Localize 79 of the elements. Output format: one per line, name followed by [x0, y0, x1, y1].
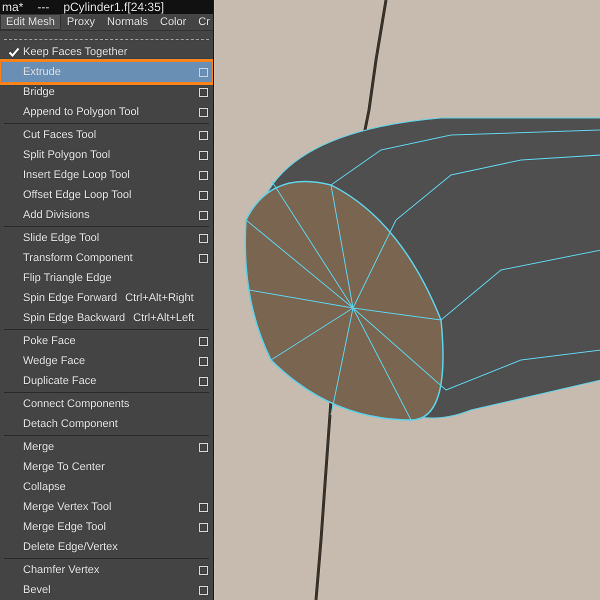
menu-item-label: Add Divisions	[23, 209, 91, 221]
menu-item-label: Wedge Face	[23, 355, 86, 367]
menu-item[interactable]: Chamfer Vertex	[1, 560, 212, 580]
menu-item-label: Delete Edge/Vertex	[23, 541, 119, 553]
menu-tab[interactable]: Color	[154, 14, 192, 30]
shortcut-text: Ctrl+Alt+Left	[133, 312, 196, 324]
menu-item-label: Bevel	[23, 584, 52, 596]
menu-item-label: Extrude	[23, 66, 62, 78]
menu-item[interactable]: Merge	[1, 437, 212, 457]
menu-tab[interactable]: Proxy	[60, 14, 102, 30]
menu-item-label: Chamfer Vertex	[23, 564, 100, 576]
option-box-icon[interactable]	[199, 254, 208, 262]
menu-item-label: Spin Edge Backward	[23, 312, 126, 324]
menu-tab[interactable]: Normals	[101, 14, 154, 30]
menu-item-label: Merge	[23, 441, 56, 453]
menu-item-label: Poke Face	[23, 335, 77, 347]
option-box-icon[interactable]	[199, 234, 208, 242]
menu-item[interactable]: Offset Edge Loop Tool	[1, 185, 212, 205]
menu-item[interactable]: Keep Faces Together	[1, 42, 212, 62]
menu-item[interactable]: Flip Triangle Edge	[1, 268, 212, 288]
menu-item[interactable]: Merge Edge Tool	[1, 517, 212, 537]
option-box-icon[interactable]	[199, 522, 208, 532]
option-box-icon[interactable]	[199, 210, 208, 220]
menu-item[interactable]: Slide Edge Tool	[1, 228, 212, 248]
menu-item[interactable]: Poke Face	[1, 331, 212, 351]
menu-tab[interactable]: Cr	[192, 14, 213, 30]
selection-name: pCylinder1.f[24:35]	[63, 0, 164, 14]
option-box-icon[interactable]	[199, 88, 208, 96]
option-box-icon[interactable]	[199, 586, 208, 594]
menu-item[interactable]: Detach Component	[1, 414, 212, 434]
menu-item-label: Slide Edge Tool	[23, 232, 100, 244]
menu-item[interactable]: Bevel	[1, 580, 212, 600]
option-box-icon[interactable]	[199, 376, 208, 386]
menu-item-label: Connect Components	[23, 398, 130, 410]
menu-item[interactable]: Spin Edge Forward Ctrl+Alt+Right	[1, 288, 212, 308]
menu-item-label: Merge Vertex Tool	[23, 501, 112, 513]
menu-item-label: Split Polygon Tool	[23, 149, 112, 161]
menu-item[interactable]: Add Divisions	[1, 205, 212, 225]
option-box-icon[interactable]	[199, 442, 208, 452]
menu-item[interactable]: Transform Component	[1, 248, 212, 268]
option-box-icon[interactable]	[199, 190, 208, 200]
menu-item-label: Detach Component	[23, 418, 119, 430]
menu-item-label: Spin Edge Forward	[23, 292, 118, 304]
menu-item[interactable]: Connect Components	[1, 394, 212, 414]
option-box-icon[interactable]	[199, 130, 208, 140]
menu-item-label: Cut Faces Tool	[23, 129, 98, 141]
option-box-icon[interactable]	[199, 150, 208, 160]
menu-item[interactable]: Cut Faces Tool	[1, 125, 212, 145]
menu-item[interactable]: Insert Edge Loop Tool	[1, 165, 212, 185]
menu-item[interactable]: Collapse	[1, 477, 212, 497]
menu-item-label: Append to Polygon Tool	[23, 106, 140, 118]
menu-item[interactable]: Bridge	[1, 82, 212, 102]
menu-item[interactable]: Split Polygon Tool	[1, 145, 212, 165]
menu-item[interactable]: Spin Edge Backward Ctrl+Alt+Left	[1, 308, 212, 328]
menu-item-label: Insert Edge Loop Tool	[23, 169, 131, 181]
menu-item[interactable]: Append to Polygon Tool	[1, 102, 212, 122]
scene-name: ma*	[2, 0, 24, 14]
menu-item-label: Collapse	[23, 481, 67, 493]
shortcut-text: Ctrl+Alt+Right	[125, 292, 195, 304]
menu-item[interactable]: Duplicate Face	[1, 371, 212, 391]
option-box-icon[interactable]	[199, 108, 208, 116]
menu-item-label: Duplicate Face	[23, 375, 98, 387]
option-box-icon[interactable]	[199, 566, 208, 574]
menu-item-label: Offset Edge Loop Tool	[23, 189, 132, 201]
menu-item[interactable]: Delete Edge/Vertex	[1, 537, 212, 557]
option-box-icon[interactable]	[199, 170, 208, 180]
menu-item[interactable]: Wedge Face	[1, 351, 212, 371]
option-box-icon[interactable]	[199, 356, 208, 366]
menu-item-label: Flip Triangle Edge	[23, 272, 113, 284]
menu-tab[interactable]: Edit Mesh	[0, 14, 61, 30]
menu-item[interactable]: Merge To Center	[1, 457, 212, 477]
menu-item[interactable]: Merge Vertex Tool	[1, 497, 212, 517]
option-box-icon[interactable]	[199, 336, 208, 346]
title-separator: ---	[37, 0, 50, 14]
menu-item-label: Merge Edge Tool	[23, 521, 107, 533]
menu-item-label: Transform Component	[23, 252, 134, 264]
menu-item-label: Merge To Center	[23, 461, 106, 473]
option-box-icon[interactable]	[199, 502, 208, 512]
menu-item-label: Bridge	[23, 86, 56, 98]
